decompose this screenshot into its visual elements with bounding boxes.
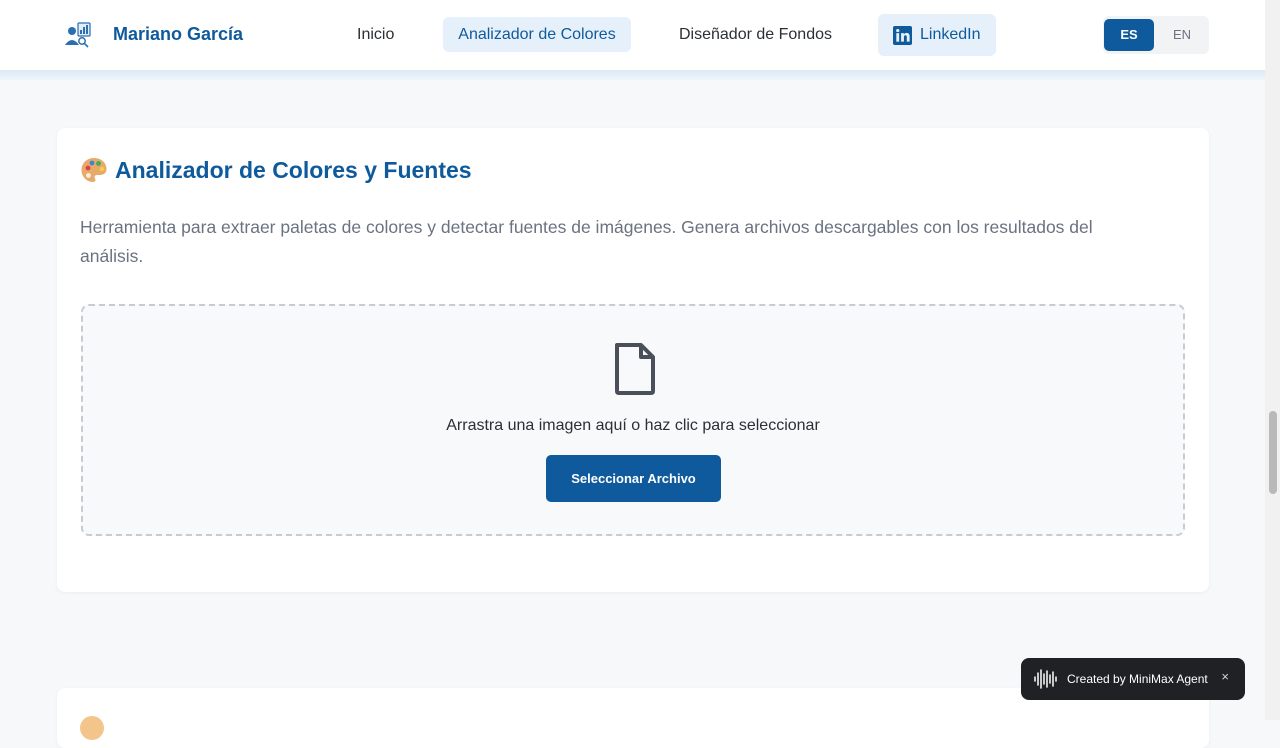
nav-item-linkedin[interactable]: LinkedIn [878, 14, 996, 56]
nav-item-analizador-de-colores[interactable]: Analizador de Colores [443, 17, 631, 52]
linkedin-icon [893, 25, 912, 45]
language-en-button[interactable]: EN [1157, 19, 1207, 51]
analyst-person-icon [65, 22, 91, 48]
analyzer-description: Herramienta para extraer paletas de colo… [80, 217, 1093, 266]
page-scrollbar[interactable] [1265, 0, 1280, 720]
dropzone-instructions: Arrastra una imagen aquí o haz clic para… [446, 417, 820, 434]
close-icon[interactable]: × [1221, 669, 1229, 684]
file-icon [615, 343, 655, 395]
linkedin-label: LinkedIn [920, 26, 981, 43]
image-dropzone[interactable]: Arrastra una imagen aquí o haz clic para… [81, 304, 1185, 536]
nav-item-disenador-de-fondos[interactable]: Diseñador de Fondos [663, 17, 848, 52]
language-es-button[interactable]: ES [1104, 19, 1154, 51]
color-analyzer-card: Analizador de Colores y Fuentes Herramie… [57, 128, 1209, 592]
select-file-button[interactable]: Seleccionar Archivo [546, 455, 721, 502]
navbar-divider [0, 70, 1265, 80]
minimax-agent-badge[interactable]: Created by MiniMax Agent × [1021, 658, 1245, 700]
top-navbar: Mariano García Inicio Analizador de Colo… [0, 0, 1265, 70]
brand[interactable]: Mariano García [62, 19, 243, 49]
soundwave-icon [1034, 669, 1057, 689]
scrollbar-thumb[interactable] [1269, 411, 1277, 494]
brand-name[interactable]: Mariano García [113, 24, 243, 45]
badge-text: Created by MiniMax Agent [1067, 672, 1208, 686]
palette-icon [81, 158, 107, 182]
analyzer-title: Analizador de Colores y Fuentes [80, 156, 472, 184]
language-switch: ES EN [1103, 16, 1209, 54]
analyzer-title-text: Analizador de Colores y Fuentes [115, 156, 472, 183]
nav-item-inicio[interactable]: Inicio [341, 17, 410, 52]
